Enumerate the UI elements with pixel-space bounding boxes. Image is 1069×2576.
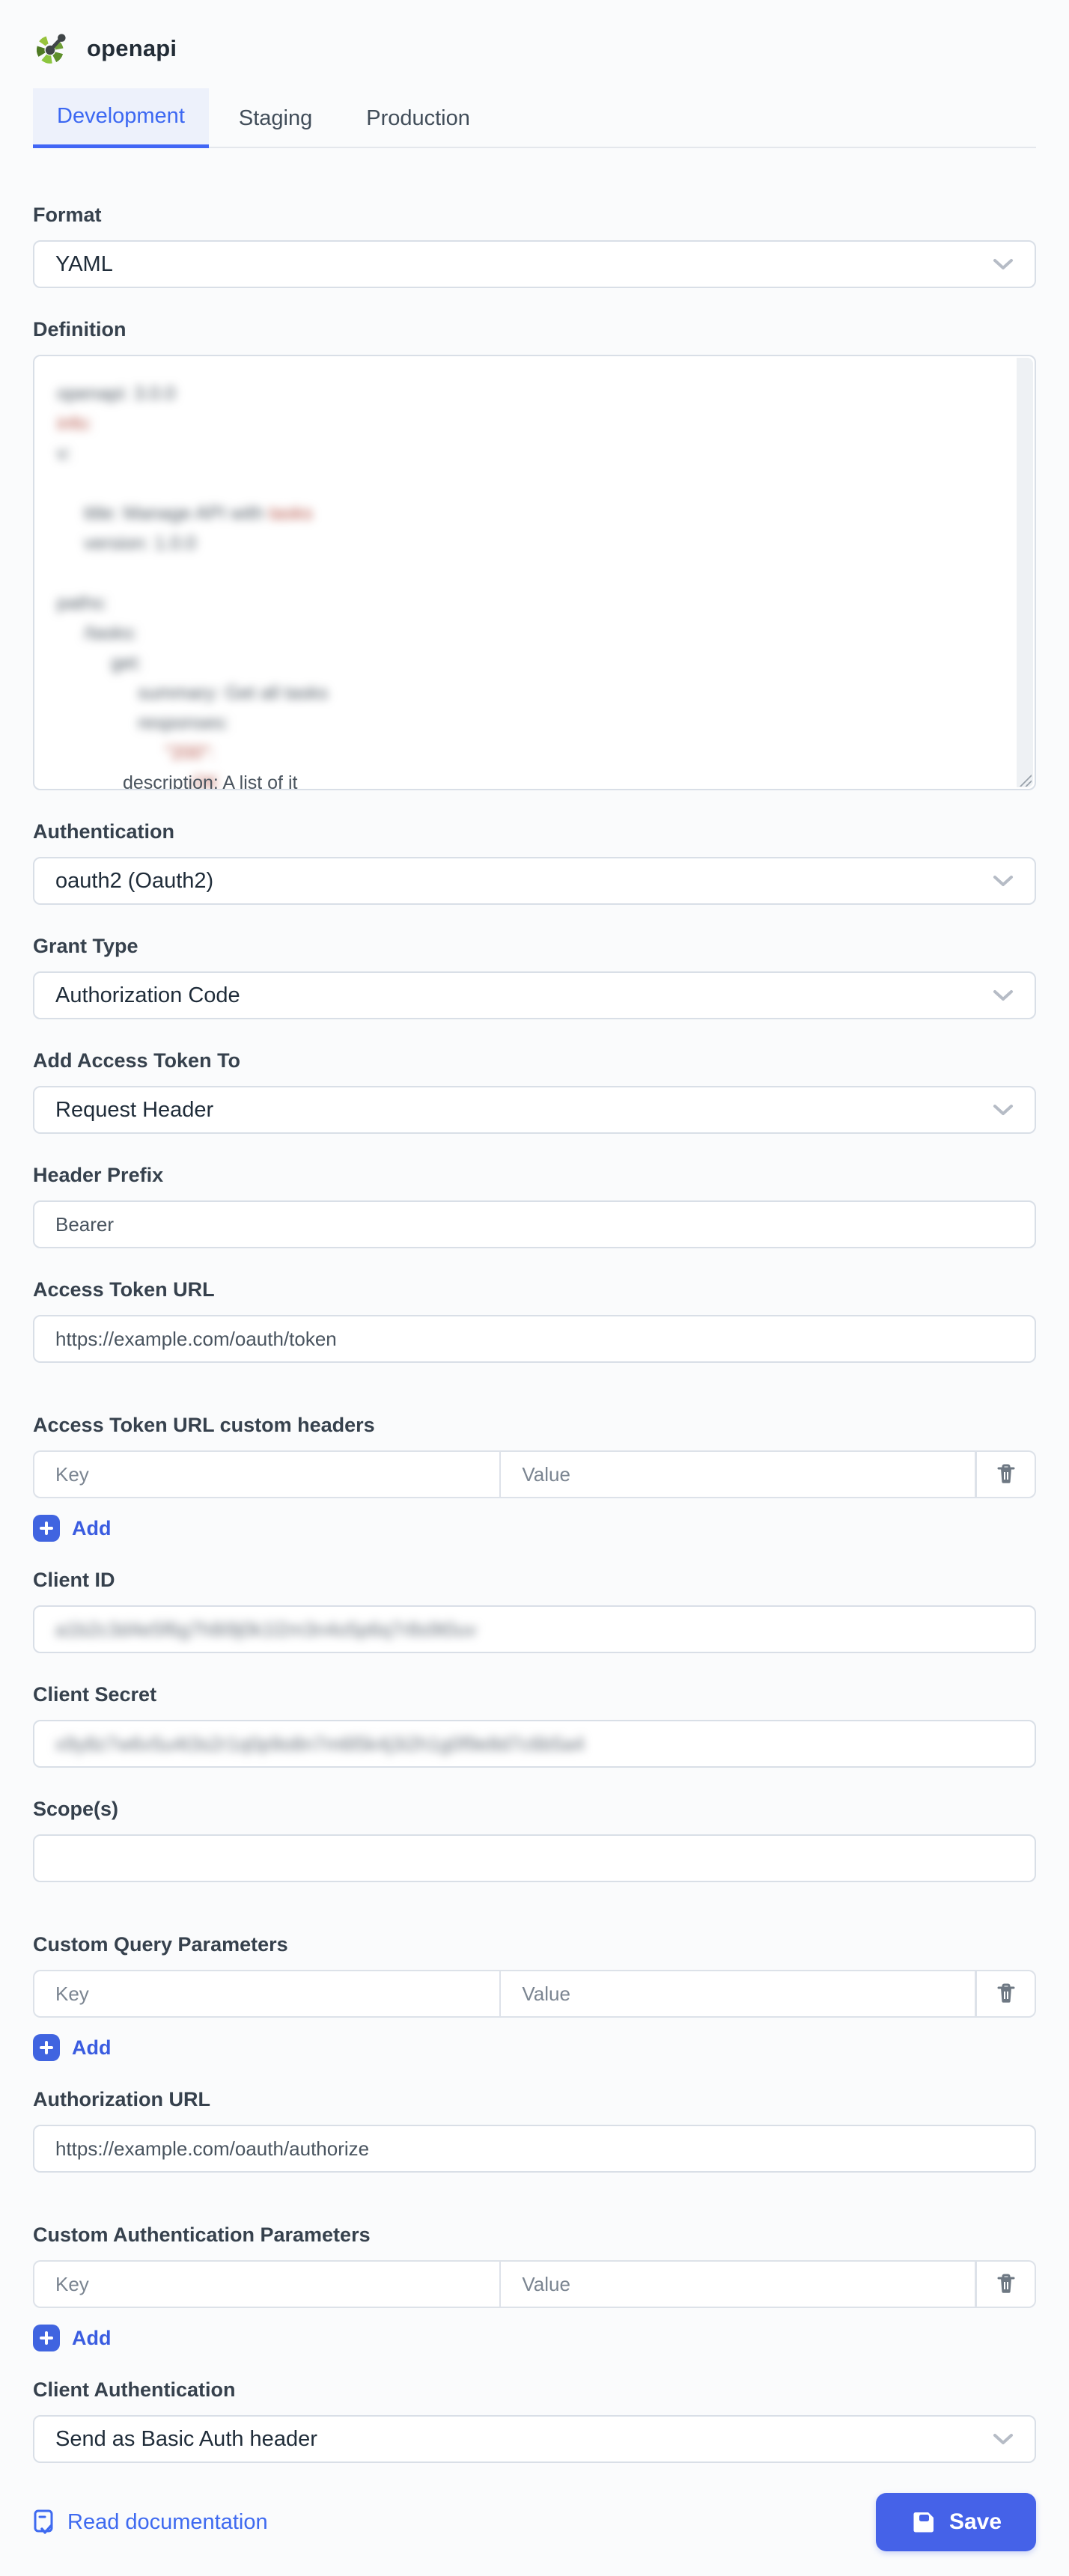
custom-headers-key-input[interactable] [33,1450,499,1498]
authorization-url-input[interactable] [33,2125,1036,2173]
authentication-select-value: oauth2 (Oauth2) [55,869,213,894]
definition-label: Definition [33,318,1036,341]
footer: Read documentation Save [33,2493,1036,2551]
trash-icon [995,2272,1017,2296]
tab-production[interactable]: Production [342,88,494,148]
client-id-label: Client ID [33,1569,1036,1592]
editor-scrollbar[interactable] [1017,358,1033,787]
custom-query-params-group: Custom Query Parameters Add [33,1933,1036,2061]
header-prefix-group: Header Prefix [33,1164,1036,1248]
grant-type-label: Grant Type [33,935,1036,958]
save-disk-icon [910,2509,937,2536]
add-access-token-to-group: Add Access Token To Request Header [33,1049,1036,1134]
client-authentication-select-value: Send as Basic Auth header [55,2427,317,2452]
client-id-redacted-value: a1b2c3d4e5f6g7h8i9j0k1l2m3n4o5p6q7r8s9t0… [55,1618,476,1641]
page-title: openapi [87,35,177,62]
grant-type-select[interactable]: Authorization Code [33,971,1036,1019]
grant-type-select-value: Authorization Code [55,983,240,1008]
custom-auth-params-key-input[interactable] [33,2260,499,2308]
client-authentication-select[interactable]: Send as Basic Auth header [33,2415,1036,2463]
custom-auth-params-group: Custom Authentication Parameters Add [33,2224,1036,2351]
access-token-url-input[interactable] [33,1315,1036,1363]
editor-resize-grip[interactable] [1018,773,1032,787]
client-secret-input[interactable]: x9y8z7w6v5u4t3s2r1q0p9o8n7m6l5k4j3i2h1g0… [33,1720,1036,1768]
add-access-token-to-select[interactable]: Request Header [33,1086,1036,1134]
definition-redacted-code: openapi: 3.0.0info:v: title: Manage API … [34,356,1035,789]
scopes-group: Scope(s) [33,1798,1036,1882]
save-button[interactable]: Save [876,2493,1036,2551]
environment-tabs: Development Staging Production [33,88,1036,148]
custom-headers-delete-button[interactable] [976,1450,1036,1498]
client-authentication-group: Client Authentication Send as Basic Auth… [33,2378,1036,2463]
save-button-label: Save [949,2509,1002,2535]
authentication-label: Authentication [33,820,1036,843]
document-check-icon [33,2509,57,2536]
client-secret-redacted-value: x9y8z7w6v5u4t3s2r1q0p9o8n7m6l5k4j3i2h1g0… [55,1733,585,1756]
custom-auth-params-add-button[interactable]: Add [33,2325,111,2351]
scopes-label: Scope(s) [33,1798,1036,1821]
custom-query-params-add-button[interactable]: Add [33,2034,111,2061]
custom-auth-params-delete-button[interactable] [976,2260,1036,2308]
authorization-url-group: Authorization URL [33,2088,1036,2173]
read-documentation-link[interactable]: Read documentation [33,2509,268,2536]
chevron-down-icon [993,989,1014,1001]
format-label: Format [33,204,1036,227]
client-secret-group: Client Secret x9y8z7w6v5u4t3s2r1q0p9o8n7… [33,1683,1036,1768]
trash-icon [995,1982,1017,2006]
custom-headers-add-button[interactable]: Add [33,1515,111,1542]
custom-query-params-key-input[interactable] [33,1970,499,2018]
client-id-input[interactable]: a1b2c3d4e5f6g7h8i9j0k1l2m3n4o5p6q7r8s9t0… [33,1605,1036,1653]
definition-editor[interactable]: openapi: 3.0.0info:v: title: Manage API … [33,355,1036,790]
header: openapi [33,0,1036,66]
add-button-label: Add [72,2036,111,2060]
scopes-input[interactable] [33,1834,1036,1882]
definition-group: Definition openapi: 3.0.0info:v: title: … [33,318,1036,790]
client-secret-label: Client Secret [33,1683,1036,1706]
trash-icon [995,1462,1017,1486]
authorization-url-label: Authorization URL [33,2088,1036,2111]
custom-headers-row [33,1450,1036,1498]
header-prefix-input[interactable] [33,1200,1036,1248]
authentication-group: Authentication oauth2 (Oauth2) [33,820,1036,905]
custom-query-params-value-input[interactable] [499,1970,976,2018]
collection-settings-page: openapi Development Staging Production F… [0,0,1069,2551]
format-group: Format YAML [33,204,1036,288]
plus-icon [33,2325,60,2351]
format-select-value: YAML [55,252,113,277]
read-documentation-label: Read documentation [67,2510,268,2535]
chevron-down-icon [993,875,1014,887]
custom-headers-group: Access Token URL custom headers Add [33,1414,1036,1542]
custom-auth-params-row [33,2260,1036,2308]
custom-query-params-label: Custom Query Parameters [33,1933,1036,1956]
client-id-group: Client ID a1b2c3d4e5f6g7h8i9j0k1l2m3n4o5… [33,1569,1036,1653]
client-authentication-label: Client Authentication [33,2378,1036,2402]
custom-query-params-delete-button[interactable] [976,1970,1036,2018]
add-button-label: Add [72,1517,111,1540]
custom-query-params-row [33,1970,1036,2018]
add-access-token-to-label: Add Access Token To [33,1049,1036,1072]
add-access-token-to-select-value: Request Header [55,1098,213,1123]
definition-visible-tail: description: A list of it [123,772,297,790]
custom-auth-params-value-input[interactable] [499,2260,976,2308]
chevron-down-icon [993,1104,1014,1116]
chevron-down-icon [993,2433,1014,2445]
access-token-url-group: Access Token URL [33,1278,1036,1363]
authentication-select[interactable]: oauth2 (Oauth2) [33,857,1036,905]
access-token-url-label: Access Token URL [33,1278,1036,1301]
header-prefix-label: Header Prefix [33,1164,1036,1187]
plus-icon [33,1515,60,1542]
openapi-logo-icon [33,31,67,66]
custom-auth-params-label: Custom Authentication Parameters [33,2224,1036,2247]
add-button-label: Add [72,2327,111,2350]
chevron-down-icon [993,258,1014,270]
plus-icon [33,2034,60,2061]
grant-type-group: Grant Type Authorization Code [33,935,1036,1019]
tab-staging[interactable]: Staging [215,88,336,148]
tab-development[interactable]: Development [33,88,209,148]
format-select[interactable]: YAML [33,240,1036,288]
custom-headers-label: Access Token URL custom headers [33,1414,1036,1437]
custom-headers-value-input[interactable] [499,1450,976,1498]
